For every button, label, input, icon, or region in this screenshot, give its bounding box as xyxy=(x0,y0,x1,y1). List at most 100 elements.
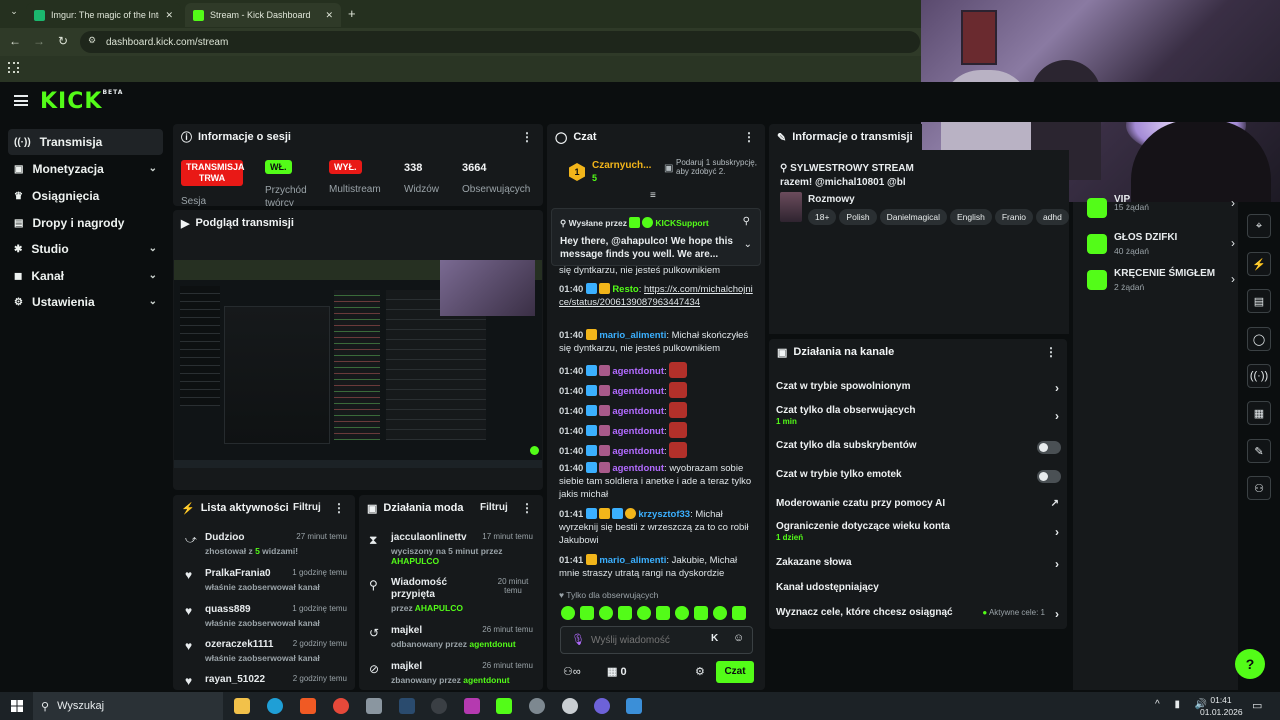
app-icon[interactable] xyxy=(562,698,578,714)
filter-button[interactable]: Filtruj xyxy=(480,502,508,513)
toggle-switch[interactable] xyxy=(1037,441,1061,454)
emoji-icon[interactable]: ☺ xyxy=(733,632,744,644)
channel-action-goals[interactable]: Wyznacz cele, które chcesz osiągnąć ● Akt… xyxy=(776,607,1061,621)
chat-username[interactable]: agentdonut xyxy=(612,426,664,437)
forward-icon[interactable]: → xyxy=(33,34,45,48)
kick-emote-icon[interactable]: K xyxy=(711,633,718,644)
reward-item[interactable]: GŁOS DZIFKI 40 żądań › xyxy=(1085,230,1235,260)
channel-action-slow-mode[interactable]: Czat w trybie spowolnionym › xyxy=(776,381,1061,395)
app-icon[interactable] xyxy=(529,698,545,714)
brave-icon[interactable] xyxy=(300,698,316,714)
more-options-icon[interactable]: ⋮ xyxy=(743,130,755,144)
channel-action-ai-moderation[interactable]: Moderowanie czatu przy pomocy AI ↗ xyxy=(776,498,1061,509)
hamburger-menu-icon[interactable] xyxy=(14,95,28,106)
chat-username[interactable]: krzysztof33 xyxy=(638,509,690,520)
channel-action-banned-words[interactable]: Zakazane słowa › xyxy=(776,557,1061,571)
reward-item[interactable]: VIP 15 żądań › xyxy=(1085,194,1235,224)
taskbar-search[interactable]: ⚲ Wyszukaj xyxy=(33,692,223,720)
discord-icon[interactable] xyxy=(594,698,610,714)
stream-preview-video[interactable] xyxy=(174,260,542,468)
kick-logo[interactable]: KICKBETA xyxy=(40,89,123,114)
unpin-icon[interactable]: ⚲ xyxy=(743,216,750,227)
chat-users-icon[interactable]: ⚇∞ xyxy=(563,665,581,678)
send-chat-button[interactable]: Czat xyxy=(716,661,754,683)
reload-icon[interactable]: ↻ xyxy=(58,34,68,48)
obs-icon[interactable] xyxy=(431,698,447,714)
chat-username[interactable]: agentdonut xyxy=(612,366,664,377)
expand-chevron-icon[interactable]: ⌄ xyxy=(744,239,752,250)
steam-icon[interactable] xyxy=(399,698,415,714)
tab-imgur[interactable]: Imgur: The magic of the Interne ✕ xyxy=(26,3,181,27)
site-info-icon[interactable]: ⚙ xyxy=(88,35,96,46)
emote-icon[interactable] xyxy=(637,606,651,620)
reward-item[interactable]: KRĘCENIE ŚMIGŁEM 2 żądań › xyxy=(1085,266,1235,296)
category-name[interactable]: Rozmowy xyxy=(808,194,855,205)
tab-kick-dashboard[interactable]: Stream - Kick Dashboard ✕ xyxy=(185,3,341,27)
sidebar-item-transmisja[interactable]: ((·)) Transmisja xyxy=(8,129,163,155)
chat-username[interactable]: Resto xyxy=(612,284,638,295)
emote-icon[interactable] xyxy=(713,606,727,620)
tool-layout-icon[interactable]: ▦ xyxy=(1247,401,1271,425)
close-icon[interactable]: ✕ xyxy=(325,10,333,21)
pinned-message[interactable]: ⚲ Wysłane przez KICKSupport ⚲ Hey there,… xyxy=(551,208,761,266)
tool-broadcast-icon[interactable]: ((·)) xyxy=(1247,364,1271,388)
chat-username[interactable]: mario_alimenti xyxy=(599,330,666,341)
app-icon[interactable] xyxy=(366,698,382,714)
close-icon[interactable]: ✕ xyxy=(165,10,173,21)
chat-username[interactable]: agentdonut xyxy=(612,446,664,457)
back-icon[interactable]: ← xyxy=(9,34,21,48)
sidebar-item-dropy[interactable]: ▤ Dropy i nagrody xyxy=(8,210,163,236)
chat-username[interactable]: agentdonut xyxy=(612,406,664,417)
sidebar-item-osiagniecia[interactable]: ♛ Osiągnięcia xyxy=(8,183,163,209)
emote-icon[interactable] xyxy=(656,606,670,620)
notifications-icon[interactable]: ▭ xyxy=(1252,699,1262,712)
clock[interactable]: 01:41 01.01.2026 xyxy=(1200,694,1243,718)
channel-action-host[interactable]: Kanał udostępniający xyxy=(776,582,1061,593)
more-options-icon[interactable]: ⋮ xyxy=(333,501,345,515)
channel-action-account-age[interactable]: Ograniczenie dotyczące wieku konta 1 dzie… xyxy=(776,521,1061,542)
emote-icon[interactable] xyxy=(675,606,689,620)
channel-action-emote-only[interactable]: Czat w trybie tylko emotek xyxy=(776,469,1061,483)
toggle-switch[interactable] xyxy=(1037,470,1061,483)
microphone-icon[interactable]: 🎙 xyxy=(571,633,585,646)
chat-username[interactable]: mario_alimenti xyxy=(599,555,666,566)
gift-sub-prompt[interactable]: ▣ Podaruj 1 subskrypcję, aby zdobyć 2. xyxy=(664,158,759,176)
file-explorer-icon[interactable] xyxy=(234,698,250,714)
windows-start-icon[interactable] xyxy=(11,700,23,712)
emote-icon[interactable] xyxy=(732,606,746,620)
filter-button[interactable]: Filtruj xyxy=(293,502,321,513)
chat-username[interactable]: agentdonut xyxy=(612,386,664,397)
sidebar-item-monetyzacja[interactable]: ▣ Monetyzacja ⌄ xyxy=(8,156,163,182)
edge-icon[interactable] xyxy=(267,698,283,714)
apps-grid-icon[interactable] xyxy=(8,62,19,73)
sidebar-item-ustawienia[interactable]: ⚙ Ustawienia ⌄ xyxy=(8,289,163,315)
new-tab-button[interactable]: + xyxy=(348,6,356,21)
help-button[interactable]: ? xyxy=(1235,649,1265,679)
tool-notes-icon[interactable]: ▤ xyxy=(1247,289,1271,313)
tab-menu-button[interactable]: ⌄ xyxy=(6,6,22,22)
tool-share-icon[interactable]: ⚇ xyxy=(1247,476,1271,500)
tool-wrench-icon[interactable]: ✎ xyxy=(1247,439,1271,463)
url-input[interactable]: ⚙ dashboard.kick.com/stream xyxy=(80,31,920,53)
chat-message-input[interactable] xyxy=(591,632,701,648)
sidebar-item-studio[interactable]: ✱ Studio ⌄ xyxy=(8,236,163,262)
collapse-icon[interactable]: ≡ xyxy=(650,190,656,201)
emote-icon[interactable] xyxy=(561,606,575,620)
more-options-icon[interactable]: ⋮ xyxy=(1045,345,1057,359)
points-display[interactable]: ▦ 0 xyxy=(607,665,627,678)
emote-icon[interactable] xyxy=(599,606,613,620)
more-options-icon[interactable]: ⋮ xyxy=(521,130,533,144)
top-gifter[interactable]: 1 Czarnyuch... 5 xyxy=(569,160,664,183)
chat-username[interactable]: agentdonut xyxy=(612,463,664,474)
tool-chat-icon[interactable]: ◯ xyxy=(1247,327,1271,351)
chrome-icon[interactable] xyxy=(333,698,349,714)
sidebar-item-kanal[interactable]: ◼ Kanał ⌄ xyxy=(8,263,163,289)
chat-settings-gear-icon[interactable]: ⚙ xyxy=(695,665,705,678)
channel-action-subscribers-only[interactable]: Czat tylko dla subskrybentów xyxy=(776,440,1061,454)
more-options-icon[interactable]: ⋮ xyxy=(521,501,533,515)
app-icon[interactable] xyxy=(464,698,480,714)
emote-icon[interactable] xyxy=(618,606,632,620)
app-icon[interactable] xyxy=(626,698,642,714)
channel-action-followers-only[interactable]: Czat tylko dla obserwujących 1 min › xyxy=(776,405,1061,426)
tool-focus-icon[interactable]: ⌖ xyxy=(1247,214,1271,238)
